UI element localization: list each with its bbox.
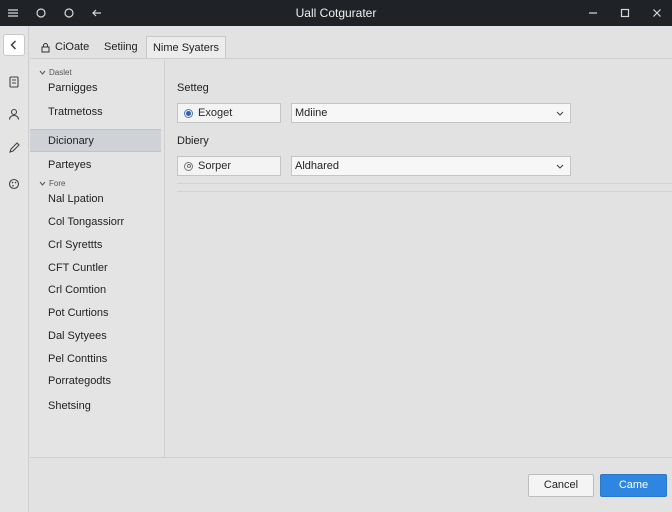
- sidebar-item[interactable]: Crl Comtion: [30, 279, 161, 302]
- cancel-button[interactable]: Cancel: [528, 474, 594, 497]
- sidebar-item[interactable]: Pot Curtions: [30, 302, 161, 325]
- lock-icon: [41, 42, 50, 52]
- sidebar-item[interactable]: Parteyes: [30, 154, 161, 177]
- sidebar-item[interactable]: Shetsing: [30, 395, 161, 418]
- menu-icon[interactable]: [6, 6, 20, 20]
- window-controls: [586, 0, 664, 26]
- sidebar-item[interactable]: Porrategodts: [30, 370, 161, 393]
- sidebar-item[interactable]: Tratmetoss: [30, 101, 161, 124]
- chevron-down-icon: [39, 181, 46, 186]
- sidebar-item[interactable]: Pel Conttins: [30, 348, 161, 371]
- document-icon[interactable]: [3, 71, 25, 93]
- radio-option[interactable]: Sorper: [177, 156, 281, 176]
- section-label: Dbiery: [177, 135, 209, 147]
- sidebar-item[interactable]: Crl Syrettts: [30, 234, 161, 257]
- settings-panel: Setteg Exoget Mdiine Dbiery Sorper Aldha…: [166, 60, 672, 457]
- sidebar-group-header[interactable]: Fore: [39, 179, 65, 188]
- tab-label: Setiing: [104, 41, 138, 53]
- back-chevron-icon[interactable]: [3, 34, 25, 56]
- tab-ciocate[interactable]: CiOate: [36, 36, 93, 58]
- close-icon[interactable]: [650, 6, 664, 20]
- divider: [177, 183, 672, 184]
- select-value: Aldhared: [295, 160, 340, 172]
- chevron-down-icon: [556, 111, 564, 116]
- chevron-down-icon: [39, 70, 46, 75]
- primary-button[interactable]: Came: [600, 474, 667, 497]
- tab-bar: CiOate Setiing Nime Syaters: [30, 26, 672, 59]
- circle-icon[interactable]: [62, 6, 76, 20]
- sidebar-item[interactable]: Parnigges: [30, 77, 161, 100]
- chevron-down-icon: [556, 164, 564, 169]
- pencil-icon[interactable]: [3, 137, 25, 159]
- palette-icon[interactable]: [3, 173, 25, 195]
- sidebar-group-header[interactable]: Daslet: [39, 68, 72, 77]
- sidebar-item[interactable]: Col Tongassiorr: [30, 211, 161, 234]
- user-icon[interactable]: [3, 103, 25, 125]
- icon-rail: [0, 26, 29, 512]
- tab-label: CiOate: [55, 41, 90, 53]
- radio-unselected-icon: [184, 161, 193, 171]
- select-value: Mdiine: [295, 107, 328, 119]
- minimize-icon[interactable]: [586, 6, 600, 20]
- sidebar: Daslet Parnigges Tratmetoss Dicionary Pa…: [30, 60, 165, 457]
- radio-option[interactable]: Exoget: [177, 103, 281, 123]
- radio-label: Sorper: [198, 160, 232, 172]
- dropdown-select[interactable]: Aldhared: [291, 156, 571, 176]
- sidebar-item-selected[interactable]: Dicionary: [30, 129, 161, 152]
- back-arrow-icon[interactable]: [90, 6, 104, 20]
- dialog-footer: Cancel Came: [30, 457, 672, 512]
- title-bar: Uall Cotgurater: [0, 0, 672, 26]
- dropdown-select[interactable]: Mdiine: [291, 103, 571, 123]
- radio-selected-icon: [184, 108, 193, 118]
- circle-icon[interactable]: [34, 6, 48, 20]
- sidebar-item[interactable]: CFT Cuntler: [30, 257, 161, 280]
- section-label: Setteg: [177, 82, 209, 94]
- sidebar-item[interactable]: Dal Sytyees: [30, 325, 161, 348]
- tab-nime-syaters[interactable]: Nime Syaters: [146, 36, 226, 58]
- tab-setting[interactable]: Setiing: [100, 36, 142, 58]
- title-bar-left-controls: [6, 0, 104, 26]
- maximize-icon[interactable]: [618, 6, 632, 20]
- radio-label: Exoget: [198, 107, 233, 119]
- divider: [177, 191, 672, 192]
- tab-label: Nime Syaters: [152, 41, 220, 54]
- sidebar-item[interactable]: Nal Lpation: [30, 188, 161, 211]
